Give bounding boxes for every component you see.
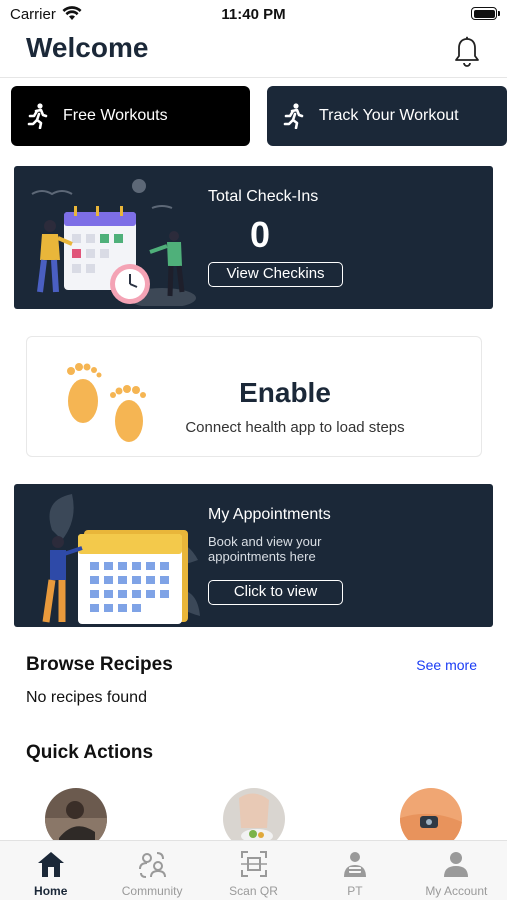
tab-label: PT bbox=[347, 884, 363, 898]
free-workouts-button[interactable]: Free Workouts bbox=[11, 86, 250, 146]
track-workout-label: Track Your Workout bbox=[319, 107, 459, 124]
page-title: Welcome bbox=[26, 32, 149, 63]
status-bar: Carrier 11:40 PM bbox=[0, 0, 507, 28]
community-icon bbox=[139, 852, 167, 878]
appointments-illustration bbox=[42, 494, 200, 624]
appointments-heading: My Appointments bbox=[208, 506, 331, 523]
tab-label: Community bbox=[121, 884, 183, 898]
browse-recipes-heading: Browse Recipes bbox=[26, 654, 173, 675]
checkins-heading: Total Check-Ins bbox=[208, 188, 319, 205]
track-workout-button[interactable]: Track Your Workout bbox=[267, 86, 507, 146]
checkins-count: 0 bbox=[250, 214, 271, 255]
tab-pt[interactable]: PT bbox=[304, 841, 405, 900]
tab-label: Home bbox=[34, 884, 68, 898]
view-checkins-button[interactable]: View Checkins bbox=[208, 262, 343, 287]
appointments-card: My Appointments Book and view your appoi… bbox=[14, 484, 493, 627]
battery-icon bbox=[471, 7, 500, 20]
tab-label: Scan QR bbox=[229, 884, 278, 898]
bell-icon[interactable] bbox=[453, 36, 481, 68]
trainer-icon bbox=[343, 852, 366, 877]
checkins-card: Total Check-Ins 0 View Checkins bbox=[14, 166, 493, 309]
scan-qr-icon bbox=[240, 851, 267, 877]
steps-subtitle: Connect health app to load steps bbox=[185, 419, 405, 436]
free-workouts-label: Free Workouts bbox=[63, 107, 168, 124]
tab-home[interactable]: Home bbox=[0, 841, 101, 900]
click-to-view-button[interactable]: Click to view bbox=[208, 580, 343, 605]
see-more-link[interactable]: See more bbox=[416, 657, 477, 673]
account-icon bbox=[444, 852, 469, 877]
steps-card[interactable]: Enable Connect health app to load steps bbox=[26, 336, 482, 457]
steps-title: Enable bbox=[239, 377, 331, 408]
tab-label: My Account bbox=[425, 884, 488, 898]
tab-scan-qr[interactable]: Scan QR bbox=[203, 841, 304, 900]
checkins-illustration bbox=[31, 179, 196, 306]
home-icon bbox=[37, 852, 64, 877]
quick-actions-heading: Quick Actions bbox=[26, 742, 154, 763]
tab-community[interactable]: Community bbox=[101, 841, 202, 900]
no-recipes-message: No recipes found bbox=[26, 689, 147, 706]
tab-bar: Home Community Scan QR PT My Account bbox=[0, 840, 507, 900]
tab-my-account[interactable]: My Account bbox=[406, 841, 507, 900]
running-person-icon bbox=[27, 103, 48, 129]
app-header: Welcome bbox=[0, 28, 507, 78]
appointments-subtitle: Book and view your appointments here bbox=[208, 534, 322, 564]
running-person-icon bbox=[283, 103, 304, 129]
clock: 11:40 PM bbox=[221, 6, 286, 23]
